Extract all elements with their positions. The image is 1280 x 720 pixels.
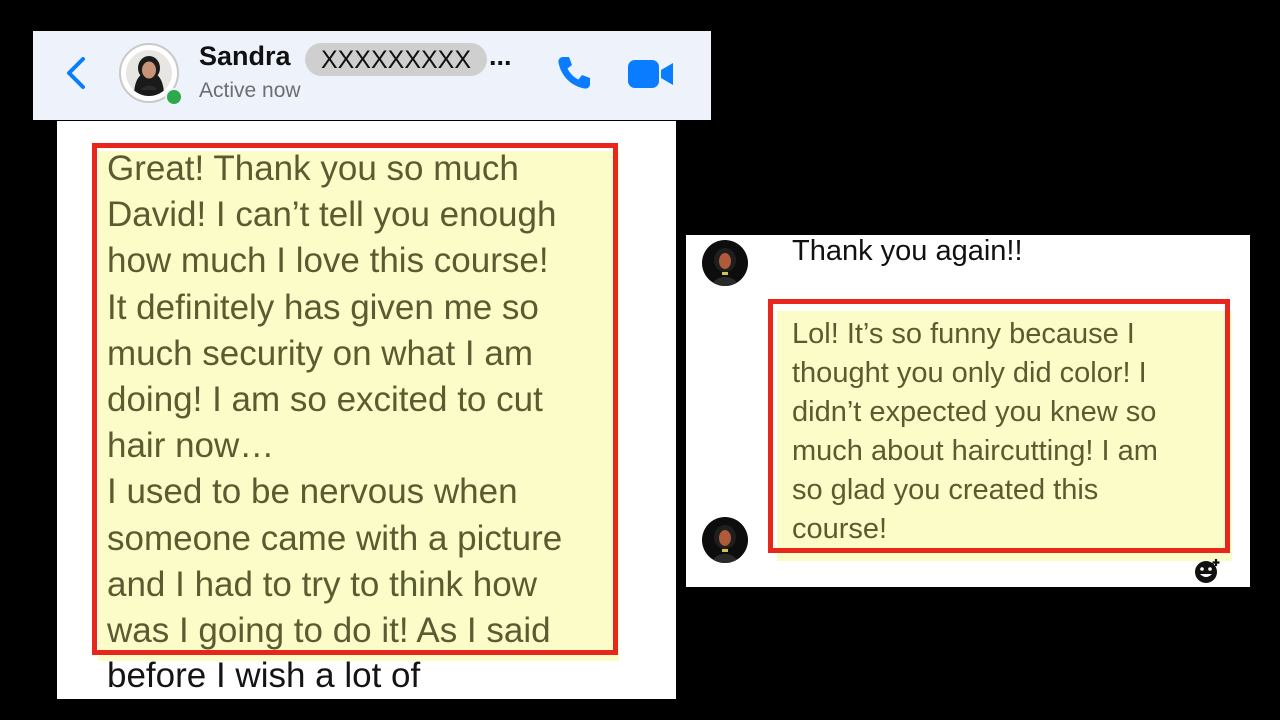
phone-icon[interactable]: [554, 53, 594, 93]
left-message-panel: Great! Thank you so much David! I can’t …: [57, 121, 676, 699]
right-message-panel: Thank you again!! Lol! It’s so funny bec…: [686, 235, 1250, 587]
message-continuation: before I wish a lot of: [107, 656, 421, 695]
video-camera-icon[interactable]: [627, 57, 675, 91]
sender-avatar[interactable]: [702, 240, 748, 286]
avatar-image: [126, 50, 172, 96]
online-indicator: [165, 88, 183, 106]
received-message-text: Thank you again!!: [792, 235, 1023, 267]
add-reaction-icon[interactable]: [1194, 557, 1222, 585]
chevron-left-icon[interactable]: [61, 53, 91, 93]
redacted-last-name: XXXXXXXXX: [305, 43, 487, 76]
sender-avatar[interactable]: [702, 517, 748, 563]
contact-name: Sandra: [199, 41, 291, 71]
received-message-text: Lol! It’s so funny because I thought you…: [792, 318, 1158, 545]
name-ellipsis: ...: [489, 41, 512, 71]
contact-avatar[interactable]: [119, 43, 183, 106]
chat-header: Sandra XXXXXXXXX ... Active now: [33, 31, 711, 120]
received-message-text: Great! Thank you so much David! I can’t …: [107, 149, 563, 651]
active-status: Active now: [199, 79, 301, 102]
